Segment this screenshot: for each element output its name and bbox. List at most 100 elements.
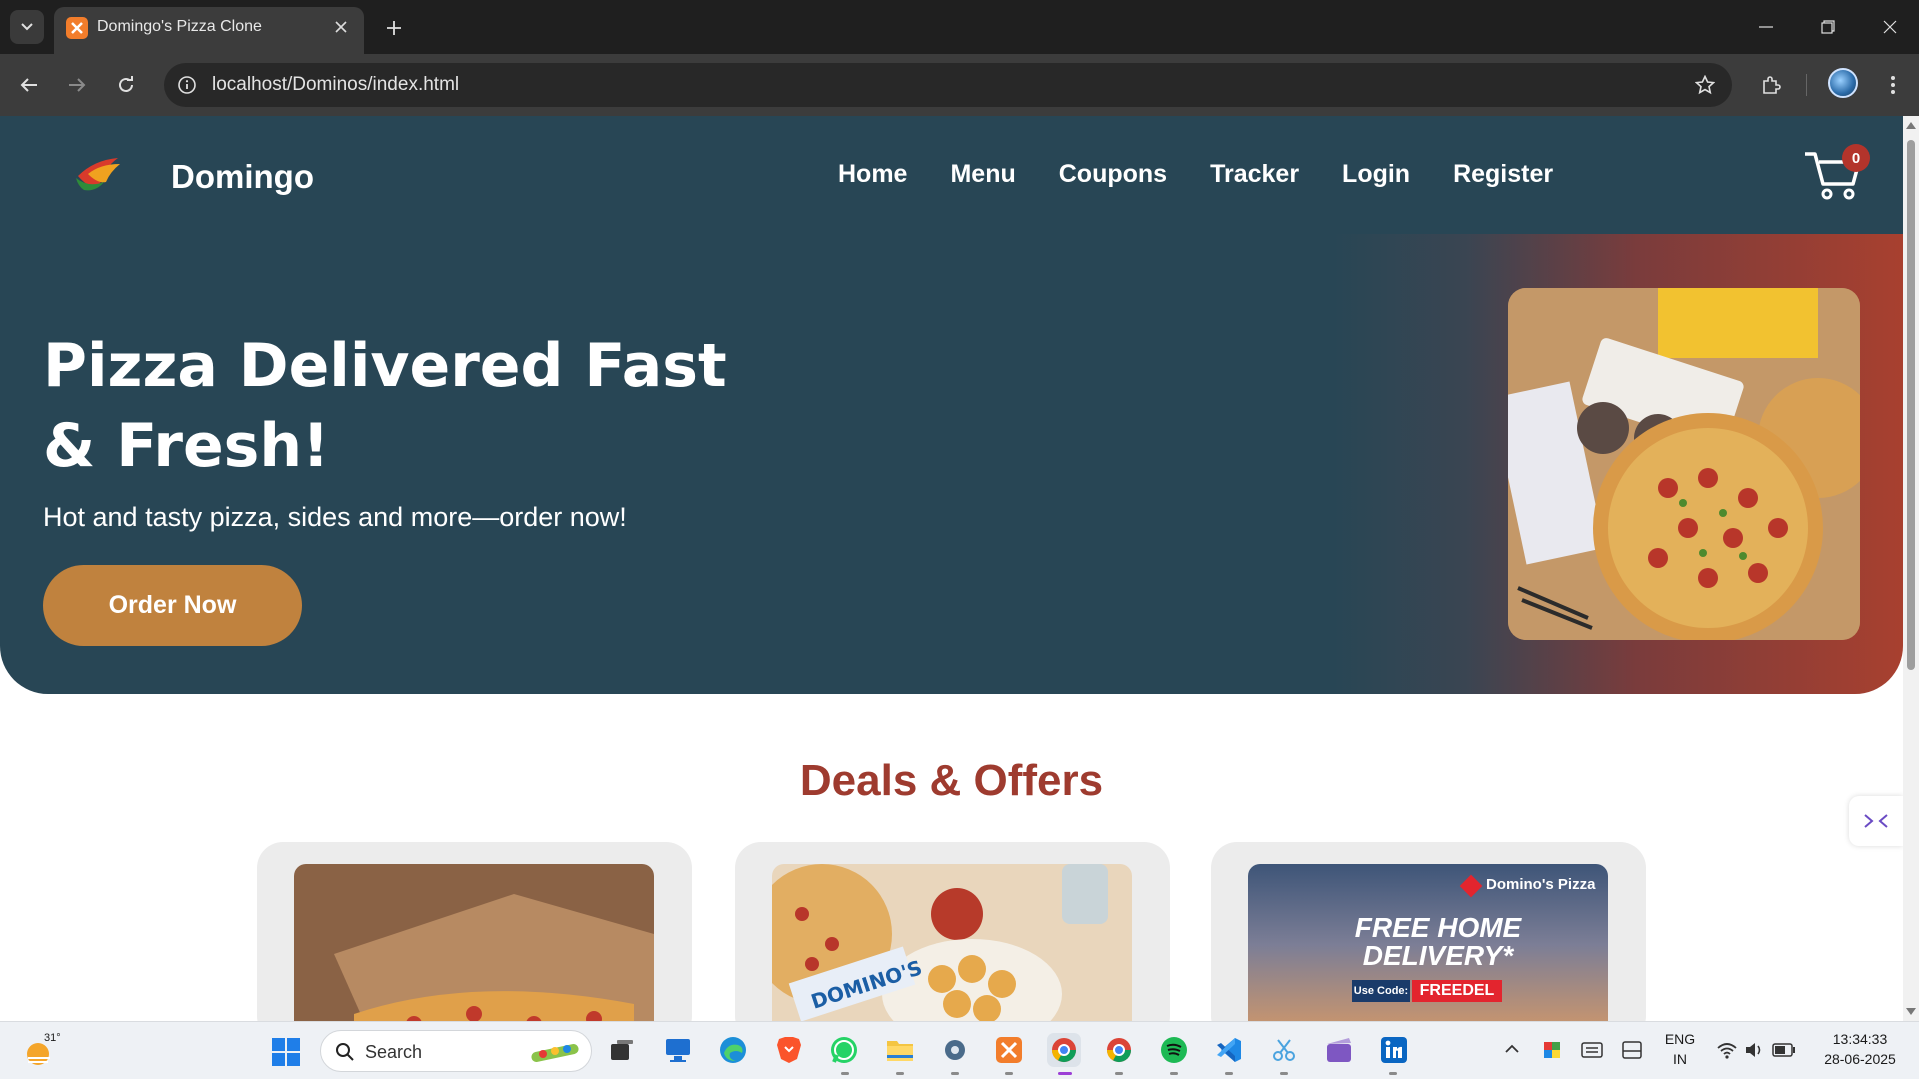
display-tray-icon[interactable] — [1622, 1041, 1642, 1059]
scroll-thumb[interactable] — [1907, 140, 1915, 670]
windows-taskbar: 31° Search ENG IN 13:34:33 28-06-2025 — [0, 1021, 1919, 1079]
extensions-button[interactable] — [1754, 68, 1788, 102]
banner-headline: FREE HOME DELIVERY* — [1354, 912, 1522, 971]
order-now-button[interactable]: Order Now — [43, 565, 302, 646]
browser-tab-bar: Domingo's Pizza Clone — [0, 0, 1919, 54]
new-tab-button[interactable] — [378, 12, 410, 44]
minimize-icon — [1759, 26, 1773, 28]
running-indicator — [1170, 1072, 1178, 1075]
clipchamp-icon[interactable] — [1322, 1033, 1356, 1067]
temperature-text: 31° — [44, 1032, 61, 1044]
minimize-button[interactable] — [1744, 8, 1788, 46]
search-icon — [336, 1043, 354, 1061]
bookmark-star-icon[interactable] — [1692, 72, 1718, 98]
edge-browser-icon[interactable] — [716, 1033, 750, 1067]
site-header: Domingo Home Menu Coupons Tracker Login … — [0, 116, 1903, 234]
forward-button[interactable] — [60, 68, 94, 102]
side-floating-widget[interactable] — [1849, 796, 1903, 846]
xampp-icon[interactable] — [992, 1033, 1026, 1067]
hero-pizza-image — [1508, 288, 1860, 640]
brand-name[interactable]: Domingo — [171, 158, 314, 196]
close-icon — [1883, 20, 1897, 34]
color-app-tray-icon[interactable] — [1543, 1041, 1561, 1059]
deal-card[interactable]: Domino's Pizza FREE HOME DELIVERY* Use C… — [1211, 842, 1646, 1021]
brave-browser-icon[interactable] — [772, 1033, 806, 1067]
browser-menu-button[interactable] — [1876, 68, 1910, 102]
running-indicator — [841, 1072, 849, 1075]
language-top[interactable]: ENG — [1658, 1031, 1702, 1047]
file-explorer-icon[interactable] — [883, 1033, 917, 1067]
pepper-logo-icon[interactable] — [74, 154, 126, 194]
browser-toolbar: localhost/Dominos/index.html — [0, 54, 1919, 116]
hero-subtitle: Hot and tasty pizza, sides and more—orde… — [43, 502, 627, 532]
forward-arrow-icon — [69, 78, 86, 92]
wifi-icon[interactable] — [1716, 1041, 1738, 1059]
url-text[interactable]: localhost/Dominos/index.html — [212, 74, 459, 96]
xampp-favicon-icon — [66, 17, 88, 39]
chrome-icon[interactable] — [1047, 1033, 1081, 1067]
whatsapp-icon[interactable] — [827, 1033, 861, 1067]
deal-card[interactable]: DOMINO'S — [735, 842, 1170, 1021]
snipping-tool-icon[interactable] — [1267, 1033, 1301, 1067]
clock-date[interactable]: 28-06-2025 — [1810, 1051, 1910, 1067]
deal-image-sides: DOMINO'S — [772, 864, 1132, 1021]
restore-button[interactable] — [1806, 8, 1850, 46]
battery-icon[interactable] — [1772, 1043, 1796, 1057]
weather-widget[interactable]: 31° — [22, 1032, 61, 1068]
running-indicator — [951, 1072, 959, 1075]
reload-button[interactable] — [109, 68, 143, 102]
puzzle-icon — [1763, 76, 1781, 94]
nav-menu[interactable]: Menu — [950, 160, 1015, 189]
keyboard-icon[interactable] — [1581, 1042, 1603, 1058]
tab-close-icon[interactable] — [330, 16, 352, 38]
linkedin-icon[interactable] — [1377, 1033, 1411, 1067]
scroll-up-arrow-icon[interactable] — [1906, 122, 1916, 129]
remote-desktop-icon[interactable] — [661, 1033, 695, 1067]
nav-coupons[interactable]: Coupons — [1059, 160, 1167, 189]
running-indicator — [896, 1072, 904, 1075]
tab-search-button[interactable] — [10, 10, 44, 44]
cart-count-badge: 0 — [1842, 144, 1870, 172]
deal-card[interactable] — [257, 842, 692, 1021]
chevron-up-icon[interactable] — [1504, 1044, 1520, 1054]
nav-register[interactable]: Register — [1453, 160, 1553, 189]
clock-time[interactable]: 13:34:33 — [1810, 1031, 1910, 1047]
running-indicator — [1389, 1072, 1397, 1075]
language-bottom[interactable]: IN — [1658, 1051, 1702, 1067]
address-bar[interactable]: localhost/Dominos/index.html — [164, 63, 1732, 107]
scroll-down-arrow-icon[interactable] — [1906, 1008, 1916, 1015]
running-indicator — [1225, 1072, 1233, 1075]
reload-icon — [119, 76, 133, 92]
settings-gear-icon[interactable] — [938, 1033, 972, 1067]
nav-home[interactable]: Home — [838, 160, 907, 189]
active-indicator — [1058, 1072, 1072, 1075]
vscode-icon[interactable] — [1212, 1033, 1246, 1067]
volume-icon[interactable] — [1744, 1041, 1764, 1059]
search-highlight-icon — [531, 1044, 579, 1062]
browser-tab[interactable]: Domingo's Pizza Clone — [54, 7, 364, 54]
task-view-icon[interactable] — [605, 1033, 639, 1067]
running-indicator — [1280, 1072, 1288, 1075]
back-button[interactable] — [12, 68, 46, 102]
main-nav: Home Menu Coupons Tracker Login Register — [838, 160, 1553, 189]
profile-avatar[interactable] — [1828, 68, 1858, 98]
taskbar-search[interactable]: Search — [320, 1030, 592, 1072]
back-arrow-icon — [20, 78, 37, 92]
collapse-arrows-icon — [1864, 814, 1888, 828]
chrome-profile-icon[interactable] — [1102, 1033, 1136, 1067]
dominos-logo-icon — [1459, 874, 1483, 898]
chevron-down-icon — [21, 23, 33, 31]
restore-icon — [1821, 20, 1835, 34]
close-window-button[interactable] — [1868, 8, 1912, 46]
plus-icon — [387, 21, 401, 35]
nav-tracker[interactable]: Tracker — [1210, 160, 1299, 189]
site-info-icon[interactable] — [174, 72, 200, 98]
spotify-icon[interactable] — [1157, 1033, 1191, 1067]
hero-title: Pizza Delivered Fast & Fresh! — [43, 331, 727, 481]
banner-brand: Domino's Pizza — [1486, 876, 1596, 893]
running-indicator — [1115, 1072, 1123, 1075]
page-scrollbar[interactable] — [1903, 116, 1919, 1021]
nav-login[interactable]: Login — [1342, 160, 1410, 189]
running-indicator — [1005, 1072, 1013, 1075]
windows-start-icon[interactable] — [272, 1038, 300, 1066]
